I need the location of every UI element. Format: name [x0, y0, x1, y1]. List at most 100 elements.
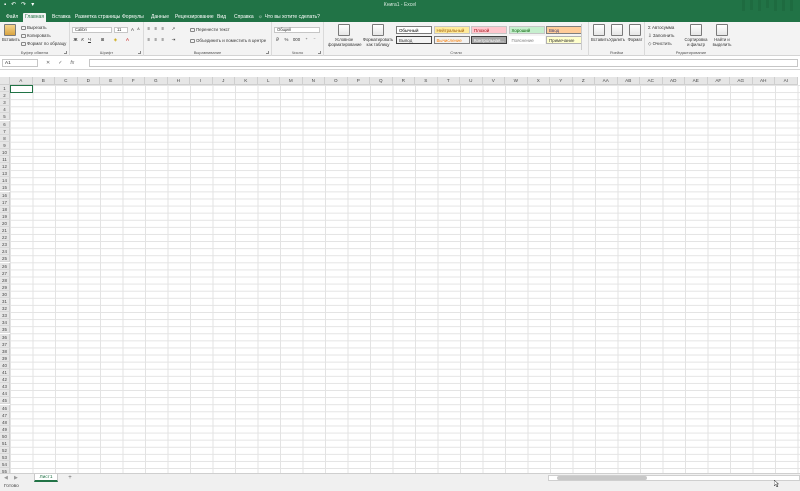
clipboard-launcher[interactable] [64, 51, 67, 54]
row-header[interactable]: 2 [0, 92, 10, 100]
fill-color-button[interactable]: ◈ [113, 37, 118, 42]
row-header[interactable]: 27 [0, 269, 10, 277]
align-top-button[interactable]: ≡ [146, 26, 151, 31]
row-header[interactable]: 16 [0, 191, 10, 199]
row-header[interactable]: 48 [0, 418, 10, 426]
column-header[interactable]: N [302, 77, 325, 85]
row-header[interactable]: 45 [0, 397, 10, 405]
column-header[interactable]: R [392, 77, 415, 85]
row-header[interactable]: 26 [0, 262, 10, 270]
row-header[interactable]: 36 [0, 333, 10, 341]
number-format-select[interactable]: Общий [274, 27, 320, 33]
grow-font-button[interactable]: A [130, 27, 135, 32]
insert-function-icon[interactable]: fx [70, 59, 74, 67]
horizontal-scrollbar[interactable] [548, 475, 800, 481]
autosum-button[interactable]: Σ Автосумма [648, 25, 674, 30]
format-painter-button[interactable]: Формат по образцу [21, 41, 66, 46]
font-color-button[interactable]: A [125, 37, 130, 42]
column-header[interactable]: AC [640, 77, 663, 85]
row-header[interactable]: 32 [0, 305, 10, 313]
borders-button[interactable]: ⊞ [100, 37, 105, 42]
align-left-button[interactable]: ≡ [146, 37, 151, 42]
bold-button[interactable]: Ж [73, 37, 78, 42]
align-middle-button[interactable]: ≡ [153, 26, 158, 31]
add-sheet-button[interactable]: + [66, 474, 74, 482]
cell-style-5[interactable]: Вывод [396, 36, 432, 44]
cell-style-7[interactable]: Контрольная... [471, 36, 507, 44]
conditional-formatting-button[interactable]: Условное форматирование [328, 24, 362, 47]
cell-style-0[interactable]: Обычный [396, 26, 432, 34]
shrink-font-button[interactable]: A [136, 27, 141, 32]
column-header[interactable]: D [77, 77, 100, 85]
column-header[interactable]: F [122, 77, 145, 85]
name-box[interactable]: A1 [2, 59, 38, 67]
column-header[interactable]: Q [370, 77, 393, 85]
row-header[interactable]: 23 [0, 241, 10, 249]
column-header[interactable]: A [10, 77, 33, 85]
row-header[interactable]: 52 [0, 447, 10, 455]
row-header[interactable]: 17 [0, 198, 10, 206]
row-header[interactable]: 6 [0, 120, 10, 128]
column-header[interactable]: AH [752, 77, 775, 85]
column-header[interactable]: M [280, 77, 303, 85]
cell-style-1[interactable]: Нейтральный [433, 26, 470, 34]
delete-cells-button[interactable]: Удалить [609, 24, 625, 42]
row-header[interactable]: 40 [0, 361, 10, 369]
cell-style-3[interactable]: Хороший [508, 26, 545, 34]
row-header[interactable]: 54 [0, 461, 10, 469]
alignment-launcher[interactable] [266, 51, 269, 54]
next-sheet-icon[interactable]: ▶ [14, 475, 18, 481]
row-header[interactable]: 47 [0, 411, 10, 419]
align-center-button[interactable]: ≡ [153, 37, 158, 42]
row-header[interactable]: 4 [0, 106, 10, 114]
column-header[interactable]: C [55, 77, 78, 85]
row-header[interactable]: 53 [0, 454, 10, 462]
cancel-icon[interactable]: ✕ [46, 59, 50, 67]
row-header[interactable]: 15 [0, 184, 10, 192]
select-all-corner[interactable] [0, 77, 10, 85]
merge-center-button[interactable]: Объединить и поместить в центре [190, 38, 266, 43]
column-header[interactable]: O [325, 77, 348, 85]
italic-button[interactable]: К [80, 37, 85, 42]
prev-sheet-icon[interactable]: ◀ [4, 475, 8, 481]
tell-me-search[interactable]: ☼ Что вы хотите сделать? [258, 13, 320, 22]
row-header[interactable]: 12 [0, 163, 10, 171]
column-header[interactable]: G [145, 77, 168, 85]
cell-area[interactable] [10, 85, 800, 473]
align-bottom-button[interactable]: ≡ [160, 26, 165, 31]
row-header[interactable]: 18 [0, 205, 10, 213]
row-header[interactable]: 49 [0, 425, 10, 433]
indent-button[interactable]: ⇥ [171, 37, 176, 42]
row-header[interactable]: 13 [0, 170, 10, 178]
sort-filter-button[interactable]: Сортировка и фильтр [683, 24, 709, 47]
tab-help[interactable]: Справка [232, 13, 256, 22]
row-header[interactable]: 44 [0, 390, 10, 398]
comma-style-button[interactable]: 000 [292, 37, 301, 42]
row-header[interactable]: 9 [0, 141, 10, 149]
percent-button[interactable]: % [284, 37, 289, 42]
cell-style-8[interactable]: Пояснение [508, 36, 545, 44]
horizontal-scroll-thumb[interactable] [557, 476, 647, 480]
column-header[interactable]: Z [572, 77, 595, 85]
paste-button[interactable]: Вставить [2, 24, 20, 42]
underline-button[interactable]: Ч [87, 37, 92, 42]
row-header[interactable]: 35 [0, 326, 10, 334]
tab-insert[interactable]: Вставка [50, 13, 73, 22]
formula-input[interactable] [89, 59, 798, 67]
row-header[interactable]: 20 [0, 219, 10, 227]
cell-style-4[interactable]: Ввод [546, 26, 582, 34]
font-launcher[interactable] [138, 51, 141, 54]
format-as-table-button[interactable]: Форматировать как таблицу [362, 24, 394, 47]
column-header[interactable]: E [100, 77, 123, 85]
enter-icon[interactable]: ✓ [58, 59, 62, 67]
row-header[interactable]: 19 [0, 212, 10, 220]
column-header[interactable]: I [190, 77, 213, 85]
tab-home[interactable]: Главная [23, 13, 47, 22]
cell-style-9[interactable]: Примечание [546, 36, 582, 44]
column-header[interactable]: Y [550, 77, 573, 85]
column-header[interactable]: U [460, 77, 483, 85]
column-header[interactable]: V [482, 77, 505, 85]
row-header[interactable]: 29 [0, 283, 10, 291]
format-cells-button[interactable]: Формат [627, 24, 643, 42]
row-header[interactable]: 3 [0, 99, 10, 107]
